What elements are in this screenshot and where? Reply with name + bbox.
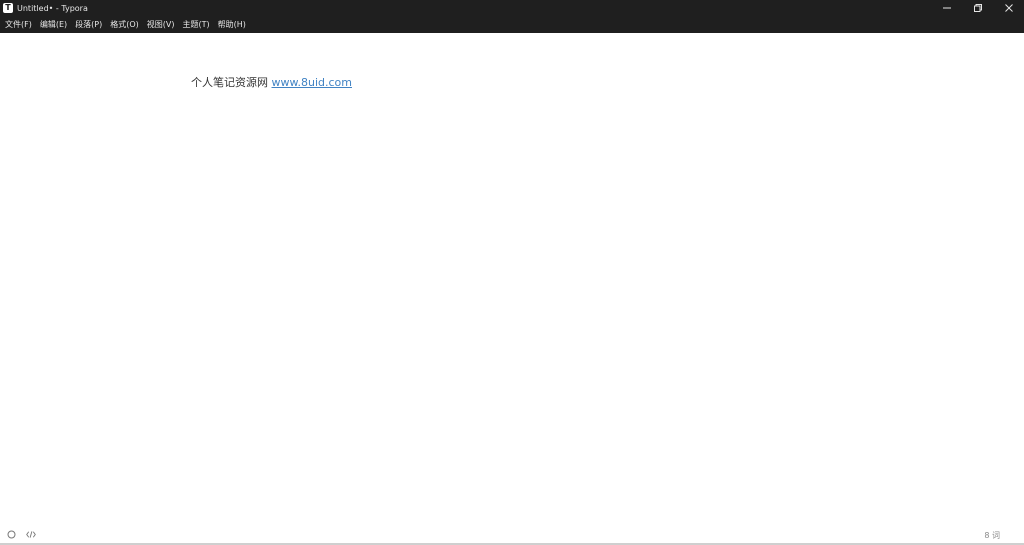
menu-paragraph[interactable]: 段落(P) <box>72 19 105 30</box>
typora-logo-icon: T <box>3 3 13 13</box>
outline-toggle-button[interactable] <box>6 529 16 539</box>
menu-format[interactable]: 格式(O) <box>107 19 142 30</box>
menu-bar: 文件(F) 编辑(E) 段落(P) 格式(O) 视图(V) 主题(T) 帮助(H… <box>0 16 1024 33</box>
menu-view[interactable]: 视图(V) <box>144 19 178 30</box>
circle-icon <box>7 530 15 538</box>
source-code-icon <box>26 530 36 538</box>
status-bar: 8 词 <box>0 525 1024 543</box>
restore-button[interactable] <box>962 0 993 16</box>
menu-edit[interactable]: 编辑(E) <box>37 19 70 30</box>
restore-icon <box>973 4 982 12</box>
close-icon <box>1004 4 1013 12</box>
editor-paragraph[interactable]: 个人笔记资源网 www.8uid.com <box>191 74 352 90</box>
editor-area[interactable]: 个人笔记资源网 www.8uid.com <box>0 33 1024 523</box>
menu-help[interactable]: 帮助(H) <box>215 19 249 30</box>
menu-theme[interactable]: 主题(T) <box>179 19 212 30</box>
typora-window: T Untitled• - Typora 文件(F) 编辑(E) 段落(P) 格… <box>0 0 1024 545</box>
paragraph-link[interactable]: www.8uid.com <box>272 76 352 89</box>
status-left-controls <box>6 529 46 539</box>
word-count[interactable]: 8 词 <box>984 530 1000 541</box>
source-mode-button[interactable] <box>26 529 36 539</box>
close-button[interactable] <box>993 0 1024 16</box>
window-title: Untitled• - Typora <box>17 3 88 13</box>
title-bar: T Untitled• - Typora <box>0 0 1024 16</box>
paragraph-text: 个人笔记资源网 <box>191 76 272 89</box>
minimize-icon <box>942 7 951 9</box>
window-controls <box>931 0 1024 16</box>
minimize-button[interactable] <box>931 0 962 16</box>
menu-file[interactable]: 文件(F) <box>2 19 35 30</box>
